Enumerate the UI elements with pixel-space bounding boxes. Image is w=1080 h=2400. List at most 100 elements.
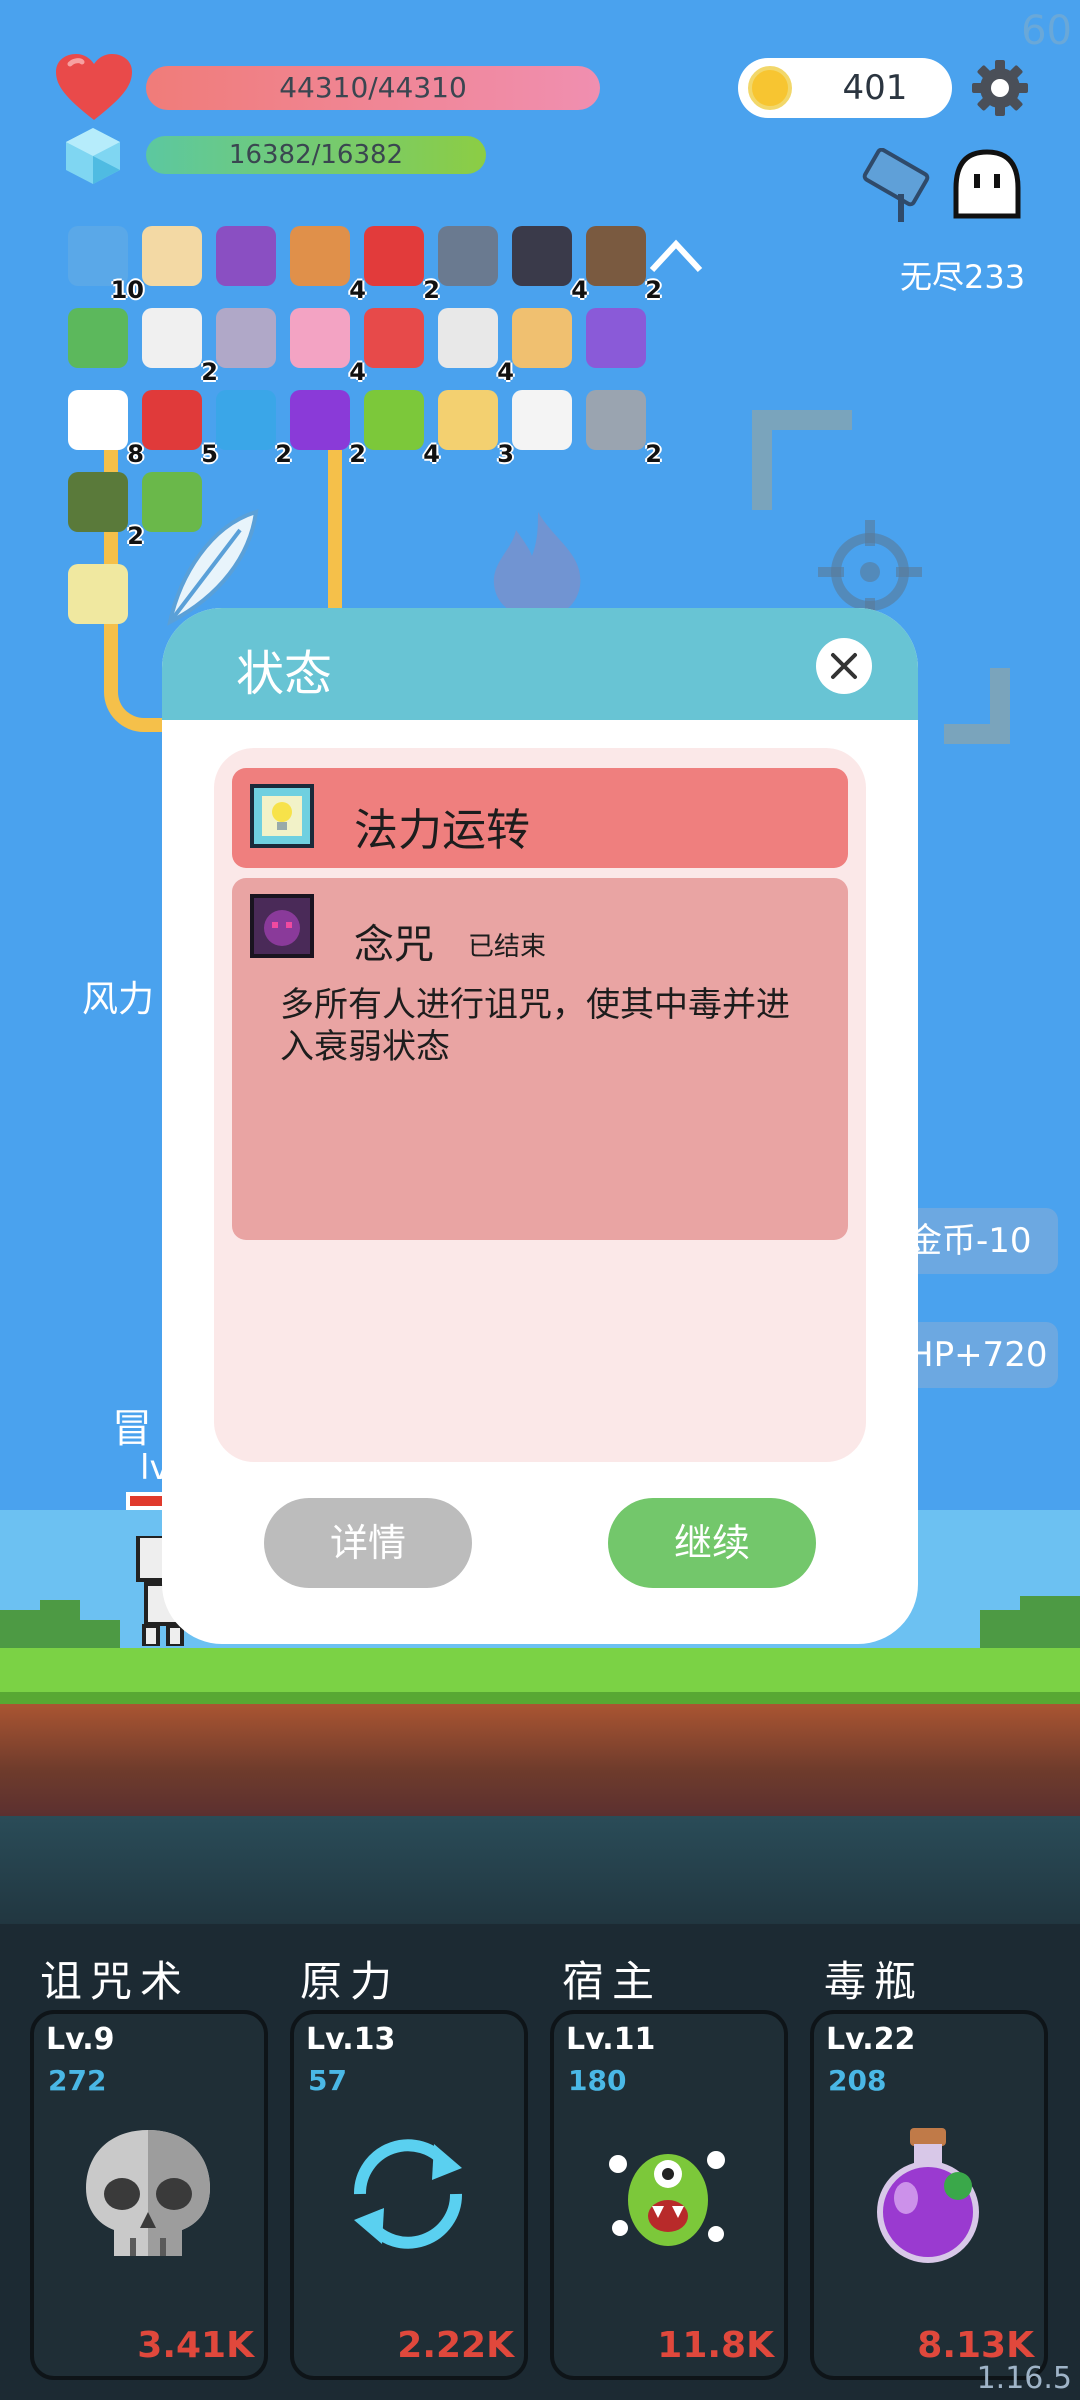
inventory-item[interactable]: 4 bbox=[288, 306, 366, 386]
status-list: 法力运转 念咒 已结束 多所有人进行诅咒，使其中毒并进入衰弱状态 bbox=[214, 748, 866, 1462]
lime-icon bbox=[364, 390, 424, 450]
inventory-item[interactable] bbox=[214, 224, 278, 288]
skill-value: 208 bbox=[828, 2064, 887, 2097]
grenade-icon bbox=[68, 472, 128, 532]
version-label: 1.16.5 bbox=[976, 2361, 1072, 2396]
inventory-item[interactable] bbox=[140, 224, 204, 288]
inventory-item[interactable]: 4 bbox=[436, 306, 514, 386]
skill-value: 57 bbox=[308, 2064, 347, 2097]
inventory-item[interactable]: 2 bbox=[362, 224, 440, 304]
scroll-icon bbox=[512, 308, 572, 368]
water-strip bbox=[0, 1816, 1080, 1926]
inventory-item[interactable]: 2 bbox=[584, 388, 662, 468]
green-monster-icon bbox=[609, 2151, 725, 2246]
inventory-item[interactable]: 10 bbox=[66, 224, 144, 304]
skull-icon bbox=[86, 2130, 210, 2256]
map-pencil-icon bbox=[438, 390, 498, 450]
inventory-item[interactable]: 8 bbox=[66, 388, 144, 468]
ice-cream-icon bbox=[290, 308, 350, 368]
mana-gem-icon bbox=[66, 128, 120, 184]
chevron-up-icon[interactable] bbox=[648, 236, 704, 276]
status-card-chant[interactable]: 念咒 已结束 多所有人进行诅咒，使其中毒并进入衰弱状态 bbox=[232, 878, 848, 1240]
inventory-item[interactable] bbox=[510, 388, 574, 452]
dialog-header: 状态 bbox=[162, 608, 918, 720]
inventory-item[interactable]: 2 bbox=[584, 224, 662, 304]
skill-level: Lv.22 bbox=[826, 2022, 916, 2057]
status-name: 念咒 bbox=[354, 922, 434, 968]
skill-cost: 3.41K bbox=[137, 2325, 254, 2366]
endless-stage-label: 无尽233 bbox=[900, 258, 1026, 296]
skill-card-force[interactable]: Lv.13 57 2.22K bbox=[290, 2010, 528, 2380]
continue-button[interactable]: 继续 bbox=[608, 1498, 816, 1588]
ground-grass-edge bbox=[0, 1692, 1080, 1704]
detail-button[interactable]: 详情 bbox=[264, 1498, 472, 1588]
envelope-icon bbox=[512, 390, 572, 450]
gift-box-icon bbox=[586, 308, 646, 368]
inventory-item[interactable] bbox=[214, 306, 278, 370]
status-ended-label: 已结束 bbox=[468, 932, 547, 962]
inventory-item[interactable]: 4 bbox=[510, 224, 588, 304]
inventory-item[interactable]: 2 bbox=[66, 470, 144, 550]
compass-icon bbox=[586, 390, 646, 450]
inventory-item[interactable] bbox=[362, 306, 426, 370]
inventory-item[interactable]: 2 bbox=[214, 388, 292, 468]
direction-sign-icon[interactable] bbox=[862, 147, 942, 228]
ghost-icon bbox=[142, 308, 202, 368]
gear-icon[interactable] bbox=[970, 58, 1030, 118]
skill-card-curse[interactable]: Lv.9 272 3.41K bbox=[30, 2010, 268, 2380]
coin-icon bbox=[748, 66, 792, 110]
bat-icon bbox=[512, 226, 572, 286]
mortar-icon bbox=[438, 226, 498, 286]
inventory-item[interactable] bbox=[436, 224, 500, 288]
corner-marker bbox=[944, 668, 1010, 744]
inventory-item[interactable]: 5 bbox=[140, 388, 218, 468]
skill-value: 180 bbox=[568, 2064, 627, 2097]
inventory-item[interactable] bbox=[66, 562, 130, 626]
lightbulb-tile-icon bbox=[250, 784, 314, 848]
mushroom-icon bbox=[142, 390, 202, 450]
lightbulb-tile-icon bbox=[68, 564, 128, 624]
fps-counter: 60 bbox=[1021, 8, 1072, 54]
ghost-icon[interactable] bbox=[950, 148, 1024, 220]
close-icon bbox=[831, 653, 857, 679]
adventurer-name: 冒 bbox=[112, 1406, 152, 1452]
skill-level: Lv.13 bbox=[306, 2022, 396, 2057]
skill-card-poison[interactable]: Lv.22 208 8.13K bbox=[810, 2010, 1048, 2380]
close-button[interactable] bbox=[816, 638, 872, 694]
hp-bar: 44310/44310 bbox=[146, 66, 600, 110]
inventory-item[interactable]: 2 bbox=[140, 306, 218, 386]
speech-bubble-icon bbox=[216, 390, 276, 450]
crystal-ball-icon bbox=[290, 390, 350, 450]
poison-bottle-icon bbox=[877, 2128, 979, 2263]
inventory-item[interactable]: 4 bbox=[362, 388, 440, 468]
inventory-item[interactable]: 2 bbox=[288, 388, 366, 468]
skill-card-host[interactable]: Lv.11 180 11.8K bbox=[550, 2010, 788, 2380]
pill-icon bbox=[364, 308, 424, 368]
inventory-item[interactable] bbox=[140, 470, 204, 534]
status-name: 法力运转 bbox=[354, 805, 530, 856]
skill-cost: 2.22K bbox=[397, 2325, 514, 2366]
inventory-item[interactable]: 3 bbox=[436, 388, 514, 468]
status-dialog: 状态 法力运转 念咒 已结束 多所有人进行诅咒，使其中毒并进入衰弱状态 详情 继… bbox=[162, 608, 918, 1644]
item-count: 2 bbox=[645, 440, 662, 468]
inventory-item[interactable] bbox=[66, 306, 130, 370]
skill-name-poison: 毒瓶 bbox=[824, 1957, 925, 2006]
status-card-mana-flow[interactable]: 法力运转 bbox=[232, 768, 848, 868]
item-count: 2 bbox=[645, 276, 662, 304]
corner-marker bbox=[752, 410, 852, 510]
fried-egg-icon bbox=[68, 390, 128, 450]
cycle-arrows-icon bbox=[353, 2139, 463, 2249]
inventory-item[interactable]: 4 bbox=[288, 224, 366, 304]
playing-cards-icon bbox=[438, 308, 498, 368]
treasure-map-icon bbox=[142, 226, 202, 286]
goblin-icon bbox=[142, 472, 202, 532]
coin-counter: 401 bbox=[738, 58, 952, 118]
skill-name-curse: 诅咒术 bbox=[40, 1957, 191, 2006]
skill-level: Lv.9 bbox=[46, 2022, 115, 2057]
inventory-item[interactable] bbox=[510, 306, 574, 370]
wind-label: 风力 bbox=[82, 979, 155, 1020]
item-count: 10 bbox=[110, 276, 144, 304]
dark-demon-tile-icon bbox=[250, 894, 314, 958]
inventory-item[interactable] bbox=[584, 306, 648, 370]
dialog-title: 状态 bbox=[236, 646, 333, 702]
